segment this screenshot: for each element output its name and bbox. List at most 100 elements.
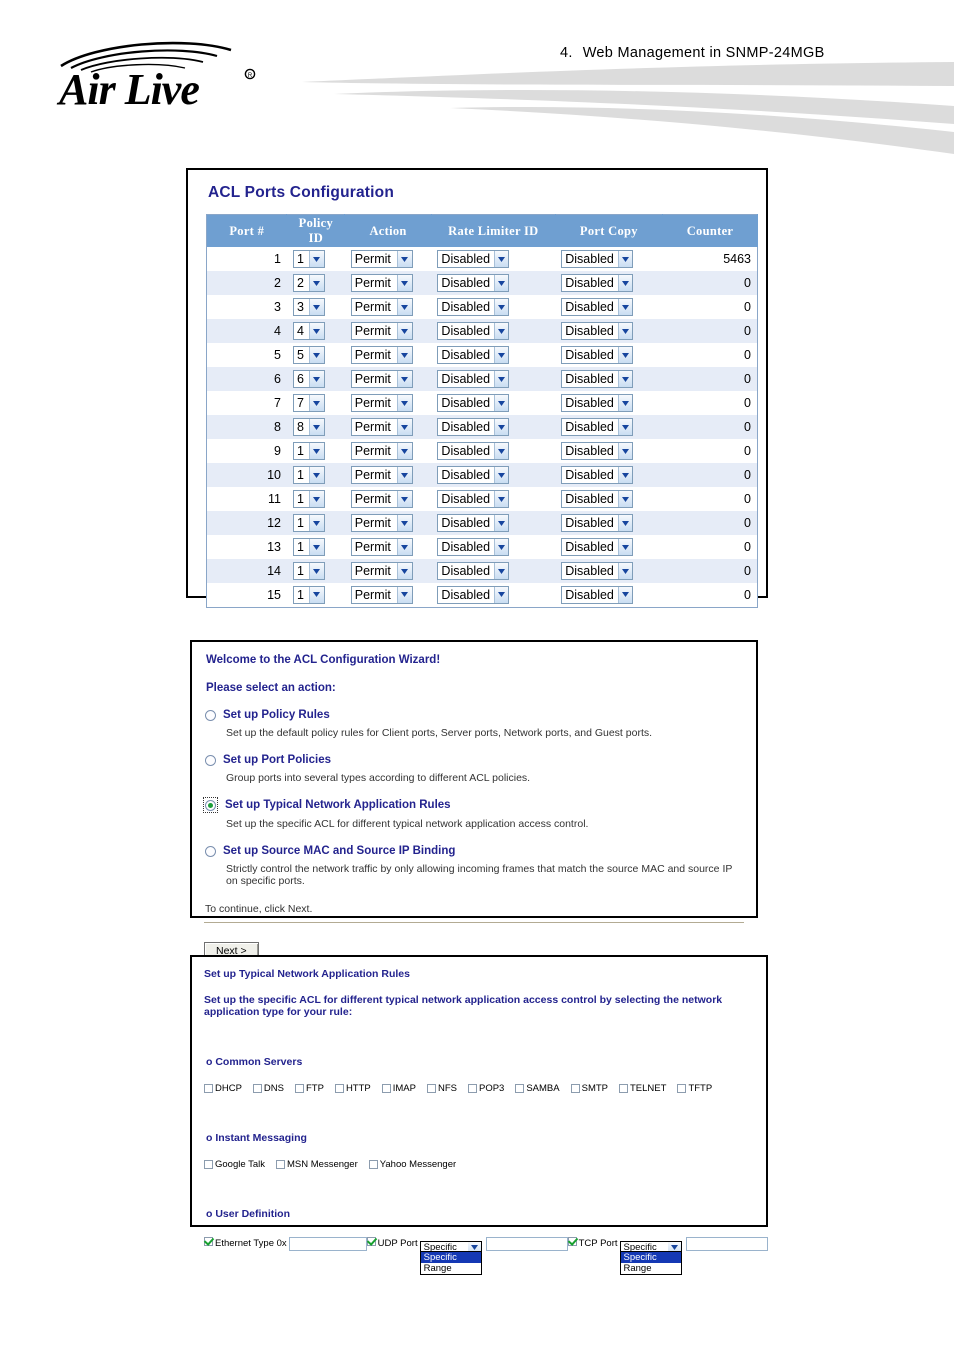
udp-port-checkbox[interactable] [366, 1237, 376, 1246]
rate-limiter-select[interactable]: Disabled [437, 274, 510, 292]
policy-id-select[interactable]: 5 [292, 346, 325, 364]
checkbox-pop3[interactable] [467, 1084, 477, 1093]
policy-id-select[interactable]: 1 [292, 490, 325, 508]
rate-limiter-select[interactable]: Disabled [437, 562, 510, 580]
chevron-down-icon[interactable] [396, 515, 412, 531]
action-select[interactable]: Permit [350, 394, 413, 412]
chevron-down-icon[interactable] [494, 563, 509, 579]
checkbox-item[interactable]: IMAP [381, 1083, 416, 1094]
chevron-down-icon[interactable] [617, 371, 633, 387]
dropdown-option-range[interactable]: Range [621, 1263, 681, 1274]
ethernet-type-checkbox[interactable] [204, 1237, 213, 1246]
action-select[interactable]: Permit [350, 322, 413, 340]
checkbox-telnet[interactable] [619, 1084, 628, 1093]
port-copy-select[interactable]: Disabled [561, 394, 634, 412]
wizard-radio-1[interactable] [205, 755, 216, 766]
port-copy-select[interactable]: Disabled [561, 466, 634, 484]
chevron-down-icon[interactable] [617, 539, 633, 555]
chevron-down-icon[interactable] [308, 563, 324, 579]
action-select[interactable]: Permit [350, 370, 413, 388]
rate-limiter-select[interactable]: Disabled [437, 538, 510, 556]
action-select[interactable]: Permit [350, 490, 413, 508]
chevron-down-icon[interactable] [308, 467, 324, 483]
chevron-down-icon[interactable] [396, 419, 412, 435]
chevron-down-icon[interactable] [617, 275, 633, 291]
chevron-down-icon[interactable] [617, 491, 633, 507]
chevron-down-icon[interactable] [617, 251, 633, 267]
rate-limiter-select[interactable]: Disabled [437, 585, 510, 604]
chevron-down-icon[interactable] [308, 347, 324, 363]
chevron-down-icon[interactable] [494, 539, 509, 555]
chevron-down-icon[interactable] [308, 586, 324, 603]
port-copy-select[interactable]: Disabled [561, 250, 634, 268]
action-select[interactable]: Permit [350, 442, 413, 460]
checkbox-google-talk[interactable] [204, 1160, 213, 1169]
chevron-down-icon[interactable] [396, 299, 412, 315]
policy-id-select[interactable]: 1 [292, 562, 325, 580]
policy-id-select[interactable]: 6 [292, 370, 325, 388]
policy-id-select[interactable]: 1 [292, 585, 325, 604]
rate-limiter-select[interactable]: Disabled [437, 514, 510, 532]
action-select[interactable]: Permit [350, 418, 413, 436]
action-select[interactable]: Permit [350, 346, 413, 364]
port-copy-select[interactable]: Disabled [561, 322, 634, 340]
action-select[interactable]: Permit [350, 298, 413, 316]
chevron-down-icon[interactable] [494, 467, 509, 483]
checkbox-samba[interactable] [515, 1084, 525, 1093]
chevron-down-icon[interactable] [494, 299, 509, 315]
wizard-option-2[interactable]: Set up Typical Network Application Rules [203, 797, 744, 813]
policy-id-select[interactable]: 1 [292, 466, 325, 484]
chevron-down-icon[interactable] [494, 275, 509, 291]
rate-limiter-select[interactable]: Disabled [437, 466, 510, 484]
checkbox-tftp[interactable] [677, 1084, 687, 1093]
wizard-radio-0[interactable] [205, 710, 216, 721]
chevron-down-icon[interactable] [308, 299, 324, 315]
policy-id-select[interactable]: 1 [292, 514, 325, 532]
policy-id-select[interactable]: 1 [292, 442, 325, 460]
checkbox-http[interactable] [334, 1084, 344, 1093]
checkbox-item[interactable]: FTP [294, 1083, 324, 1094]
chevron-down-icon[interactable] [494, 371, 509, 387]
wizard-radio-2[interactable] [205, 800, 216, 811]
chevron-down-icon[interactable] [308, 515, 324, 531]
checkbox-msn-messenger[interactable] [276, 1160, 285, 1169]
checkbox-item[interactable]: HTTP [334, 1083, 371, 1094]
checkbox-item[interactable]: TFTP [677, 1083, 712, 1094]
action-select[interactable]: Permit [350, 538, 413, 556]
tcp-port-mode-option-list[interactable]: Specific Range [619, 1251, 682, 1275]
chevron-down-icon[interactable] [617, 323, 633, 339]
action-select[interactable]: Permit [350, 466, 413, 484]
chevron-down-icon[interactable] [396, 467, 412, 483]
port-copy-select[interactable]: Disabled [561, 538, 634, 556]
chevron-down-icon[interactable] [396, 323, 412, 339]
port-copy-select[interactable]: Disabled [561, 418, 634, 436]
chevron-down-icon[interactable] [396, 539, 412, 555]
checkbox-item[interactable]: Yahoo Messenger [368, 1159, 456, 1170]
checkbox-item[interactable]: POP3 [467, 1083, 504, 1094]
chevron-down-icon[interactable] [308, 491, 324, 507]
chevron-down-icon[interactable] [494, 515, 509, 531]
chevron-down-icon[interactable] [396, 347, 412, 363]
chevron-down-icon[interactable] [308, 419, 324, 435]
action-select[interactable]: Permit [350, 250, 413, 268]
chevron-down-icon[interactable] [494, 323, 509, 339]
chevron-down-icon[interactable] [396, 491, 412, 507]
policy-id-select[interactable]: 4 [292, 322, 325, 340]
port-copy-select[interactable]: Disabled [561, 346, 634, 364]
chevron-down-icon[interactable] [308, 539, 324, 555]
rate-limiter-select[interactable]: Disabled [437, 442, 510, 460]
chevron-down-icon[interactable] [617, 443, 633, 459]
chevron-down-icon[interactable] [396, 443, 412, 459]
checkbox-dns[interactable] [252, 1084, 262, 1093]
dropdown-option-range[interactable]: Range [421, 1263, 481, 1274]
chevron-down-icon[interactable] [396, 371, 412, 387]
policy-id-select[interactable]: 3 [292, 298, 325, 316]
checkbox-item[interactable]: TELNET [619, 1083, 666, 1094]
chevron-down-icon[interactable] [617, 419, 633, 435]
chevron-down-icon[interactable] [494, 586, 509, 603]
checkbox-item[interactable]: MSN Messenger [276, 1159, 358, 1170]
rate-limiter-select[interactable]: Disabled [437, 394, 510, 412]
action-select[interactable]: Permit [350, 562, 413, 580]
port-copy-select[interactable]: Disabled [561, 370, 634, 388]
chevron-down-icon[interactable] [396, 275, 412, 291]
